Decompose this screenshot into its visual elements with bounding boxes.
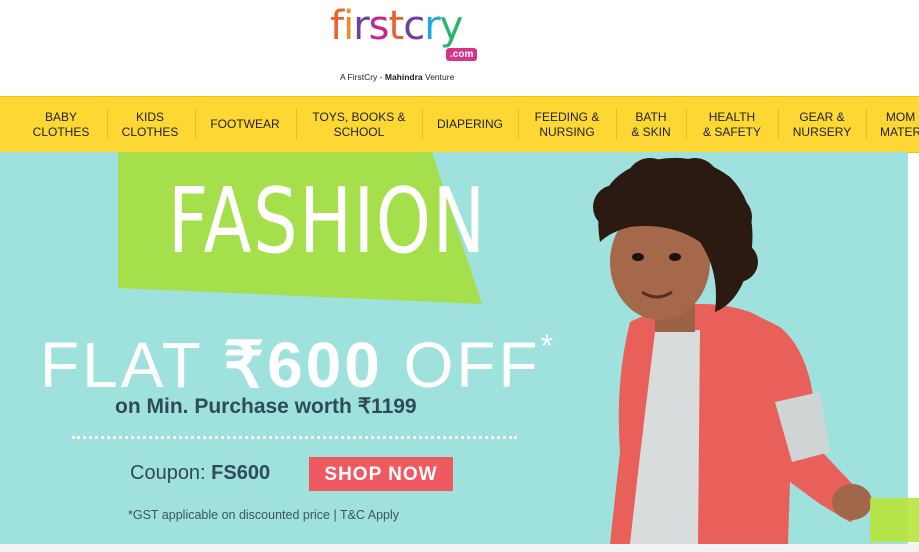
logo-letter: c (403, 3, 425, 49)
tagline-text: A FirstCry - (340, 72, 385, 82)
logo-letter: r (353, 3, 369, 49)
coupon-text: Coupon: FS600 (130, 462, 270, 485)
logo-wordmark: firstcry (330, 3, 464, 49)
nav-item-baby-clothes[interactable]: BABY CLOTHES (20, 97, 102, 152)
promo-banner[interactable]: FASHION FLAT ₹600 OFF* on Min. Purchase … (0, 152, 908, 544)
page-bottom-strip (0, 544, 919, 552)
logo-letter: t (388, 3, 405, 49)
nav-divider (778, 109, 779, 139)
nav-item-feeding-nursing[interactable]: FEEDING & NURSING (522, 97, 612, 152)
category-nav: BABY CLOTHES KIDS CLOTHES FOOTWEAR TOYS,… (0, 96, 919, 153)
coupon-code: FS600 (211, 462, 271, 484)
offer-prefix: FLAT (40, 329, 224, 401)
nav-divider (686, 109, 687, 139)
disclaimer-text: *GST applicable on discounted price | T&… (128, 508, 399, 522)
nav-divider (518, 109, 519, 139)
shop-now-button[interactable]: SHOP NOW (309, 457, 453, 491)
banner-headline: FASHION (168, 169, 487, 274)
offer-amount: ₹600 (223, 329, 383, 401)
firstcry-logo[interactable]: firstcry .com A FirstCry - Mahindra Vent… (330, 4, 490, 84)
logo-tagline: A FirstCry - Mahindra Venture (340, 72, 454, 82)
site-header: firstcry .com A FirstCry - Mahindra Vent… (0, 0, 919, 96)
nav-item-health-safety[interactable]: HEALTH & SAFETY (690, 97, 774, 152)
offer-suffix: OFF (382, 329, 541, 401)
logo-letter: s (368, 3, 390, 49)
logo-letter: y (439, 3, 464, 49)
kid-model-image (593, 157, 872, 544)
logo-letter: f (330, 3, 344, 49)
tagline-brand: Mahindra (384, 72, 423, 82)
logo-com-badge: .com (446, 48, 478, 61)
tagline-text: Venture (422, 72, 455, 82)
nav-divider (866, 109, 867, 139)
nav-item-gear-nursery[interactable]: GEAR & NURSERY (782, 97, 862, 152)
dotted-divider (72, 436, 517, 439)
coupon-label: Coupon: (130, 462, 212, 484)
logo-letter: r (424, 3, 440, 49)
banner-offer: FLAT ₹600 OFF* (40, 310, 556, 401)
nav-divider (296, 109, 297, 139)
nav-divider (616, 109, 617, 139)
nav-divider (422, 109, 423, 139)
nav-item-mom-maternity[interactable]: MOM MATER (880, 97, 919, 152)
nav-item-toys-books-school[interactable]: TOYS, BOOKS & SCHOOL (300, 97, 418, 152)
green-corner-tile (870, 498, 919, 542)
offer-asterisk: * (540, 328, 557, 364)
nav-item-diapering[interactable]: DIAPERING (426, 97, 514, 152)
logo-letter: i (343, 3, 354, 49)
nav-item-kids-clothes[interactable]: KIDS CLOTHES (110, 97, 190, 152)
nav-divider (195, 109, 196, 139)
nav-divider (107, 109, 108, 139)
nav-item-bath-skin[interactable]: BATH & SKIN (620, 97, 682, 152)
min-purchase-text: on Min. Purchase worth ₹1199 (115, 395, 417, 418)
nav-item-footwear[interactable]: FOOTWEAR (198, 97, 292, 152)
